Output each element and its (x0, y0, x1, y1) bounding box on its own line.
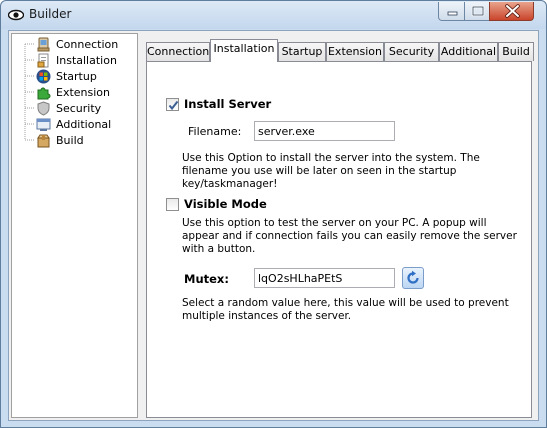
additional-icon (36, 118, 51, 131)
client-area: Connection Installation Startup Extensio… (8, 30, 539, 421)
minimize-icon (447, 11, 458, 16)
eye-icon (8, 9, 24, 21)
install-server-checkbox[interactable] (166, 98, 179, 111)
sidebar-item-additional[interactable]: Additional (36, 116, 111, 132)
builder-window: Builder Connection Installation Startup … (0, 0, 547, 428)
connection-icon (37, 37, 50, 51)
sidebar-item-label: Extension (56, 85, 111, 99)
mutex-description: Select a random value here, this value w… (182, 297, 509, 322)
tab-startup[interactable]: Startup (278, 42, 326, 61)
tab-additional[interactable]: Additional (439, 42, 498, 61)
tab-extension[interactable]: Extension (326, 42, 384, 61)
tab-security[interactable]: Security (384, 42, 439, 61)
sidebar-item-label: Additional (56, 117, 112, 131)
tab-build[interactable]: Build (498, 42, 534, 61)
maximize-icon (471, 5, 485, 17)
install-description: Use this Option to install the server in… (182, 152, 480, 190)
checkmark-icon (168, 100, 179, 111)
sidebar-item-installation[interactable]: Installation (36, 52, 117, 68)
installation-icon (37, 53, 49, 67)
visible-mode-description: Use this option to test the server on yo… (182, 217, 517, 255)
sidebar-item-label: Build (56, 133, 84, 147)
tab-control: Connection Installation Startup Extensio… (144, 39, 534, 420)
visible-mode-label[interactable]: Visible Mode (184, 197, 267, 211)
sidebar-item-extension[interactable]: Extension (36, 84, 110, 100)
close-button[interactable] (489, 2, 534, 21)
title-bar[interactable]: Builder (1, 1, 546, 29)
sidebar-item-startup[interactable]: Startup (36, 68, 97, 84)
build-icon (37, 134, 50, 147)
maximize-button[interactable] (464, 2, 490, 21)
close-icon (505, 4, 520, 18)
mutex-label: Mutex: (184, 272, 229, 286)
tab-connection[interactable]: Connection (146, 42, 210, 61)
startup-icon (36, 69, 51, 83)
visible-mode-checkbox[interactable] (166, 198, 179, 211)
generate-mutex-button[interactable] (402, 267, 424, 289)
shield-icon (37, 100, 50, 116)
installation-panel: Install Server Filename: Use this Option… (146, 61, 532, 418)
filename-field[interactable] (254, 121, 395, 141)
window-title: Builder (29, 7, 72, 21)
mutex-field[interactable] (254, 268, 395, 288)
refresh-icon (407, 270, 419, 284)
tab-installation[interactable]: Installation (210, 39, 278, 62)
sidebar-item-label: Security (56, 101, 102, 115)
sidebar-item-security[interactable]: Security (36, 100, 101, 116)
sidebar-item-label: Startup (56, 69, 97, 83)
settings-tree[interactable]: Connection Installation Startup Extensio… (11, 33, 138, 418)
install-server-label[interactable]: Install Server (184, 97, 271, 111)
sidebar-item-label: Installation (56, 53, 117, 67)
extension-icon (37, 87, 51, 99)
sidebar-item-build[interactable]: Build (36, 132, 84, 148)
minimize-button[interactable] (438, 2, 465, 21)
filename-label: Filename: (188, 125, 242, 138)
sidebar-item-label: Connection (56, 37, 119, 51)
sidebar-item-connection[interactable]: Connection (36, 36, 118, 52)
